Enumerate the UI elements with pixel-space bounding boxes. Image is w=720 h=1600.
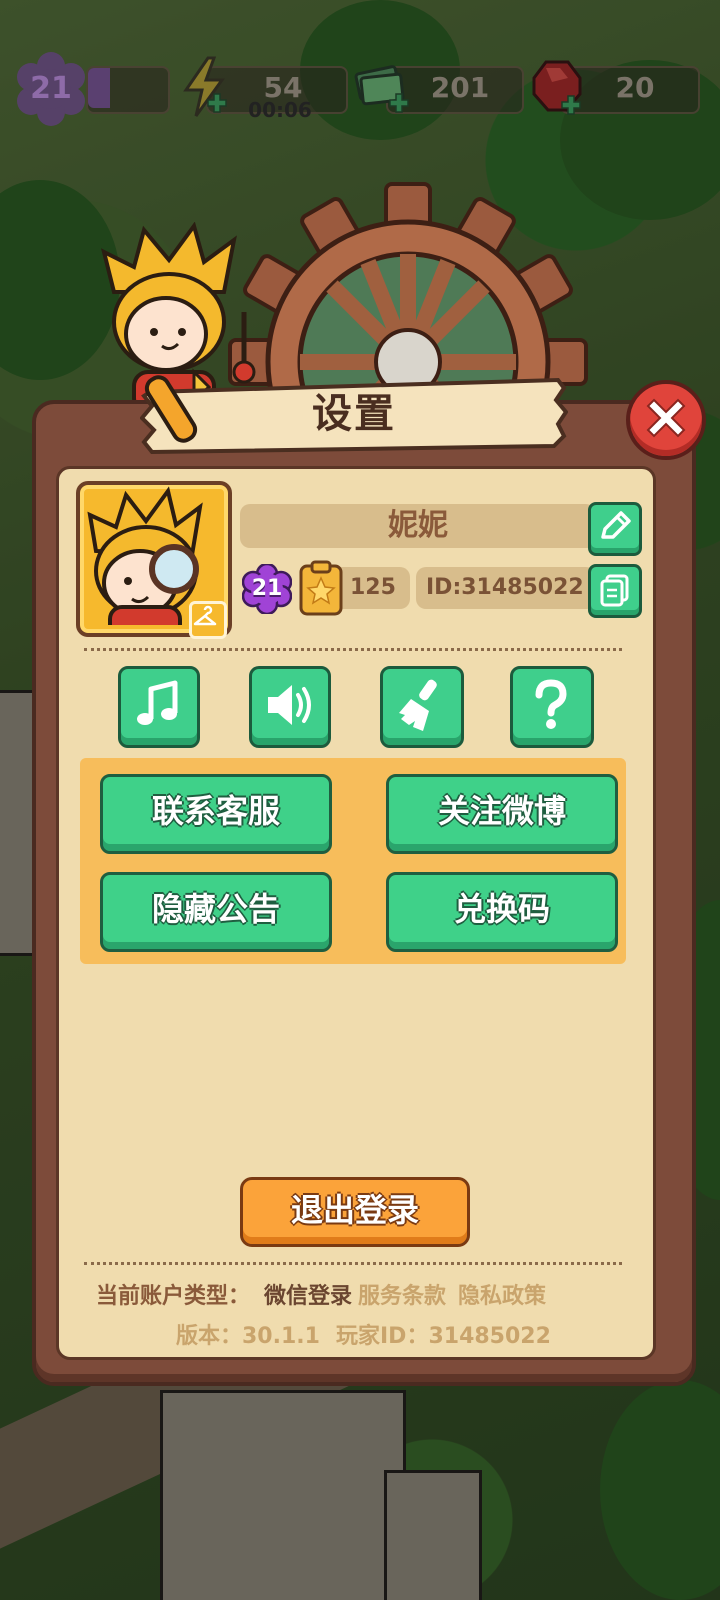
stars-value: 125: [350, 575, 396, 600]
hide-notice-label: 隐藏公告: [151, 890, 280, 928]
contact-service-label: 联系客服: [151, 792, 280, 830]
version-text: 版本：30.1.1: [176, 1324, 320, 1349]
broom-icon: [399, 679, 437, 731]
help-button[interactable]: [510, 666, 594, 748]
hud-xp-bar: [86, 66, 170, 114]
logout-label: 退出登录: [290, 1191, 419, 1229]
close-button[interactable]: [626, 380, 706, 460]
pencil-icon: [601, 511, 631, 539]
player-id: ID:31485022: [426, 575, 584, 600]
privacy-link[interactable]: 隐私政策: [458, 1278, 546, 1310]
music-toggle-button[interactable]: [118, 666, 200, 748]
follow-weibo-label: 关注微博: [437, 792, 566, 830]
account-type-value: 微信登录: [264, 1284, 353, 1309]
hud-cash-value: 201: [430, 71, 490, 104]
redeem-code-label: 兑换码: [453, 890, 550, 928]
sound-toggle-button[interactable]: [249, 666, 331, 748]
redeem-code-button[interactable]: 兑换码: [386, 872, 618, 952]
copy-icon: [600, 574, 629, 607]
change-outfit-button[interactable]: [189, 601, 227, 639]
hide-notice-button[interactable]: 隐藏公告: [100, 872, 332, 952]
hud-gems-value: 20: [615, 71, 655, 104]
question-icon: [535, 679, 567, 729]
divider: [84, 648, 622, 651]
footer-player-id: 玩家ID：31485022: [336, 1324, 551, 1349]
logout-button[interactable]: 退出登录: [240, 1177, 470, 1247]
copy-id-button[interactable]: [588, 564, 642, 618]
hanger-icon: [193, 605, 217, 626]
footer-divider: [84, 1262, 622, 1265]
clipboard-star-icon: [299, 560, 343, 616]
follow-weibo-button[interactable]: 关注微博: [386, 774, 618, 854]
terms-link[interactable]: 服务条款: [358, 1278, 446, 1310]
account-type-label: 当前账户类型：: [96, 1284, 251, 1309]
speaker-icon: [268, 685, 311, 725]
edit-name-button[interactable]: [588, 502, 642, 556]
page-title: 设置: [312, 391, 396, 437]
contact-service-button[interactable]: 联系客服: [100, 774, 332, 854]
hud-level-value: 21: [30, 71, 72, 106]
energy-timer: 00:06: [248, 98, 312, 122]
player-name: 妮妮: [388, 508, 448, 543]
clear-cache-button[interactable]: [380, 666, 464, 748]
close-icon: [646, 398, 686, 438]
player-level-value: 21: [251, 576, 283, 601]
music-note-icon: [137, 680, 178, 725]
